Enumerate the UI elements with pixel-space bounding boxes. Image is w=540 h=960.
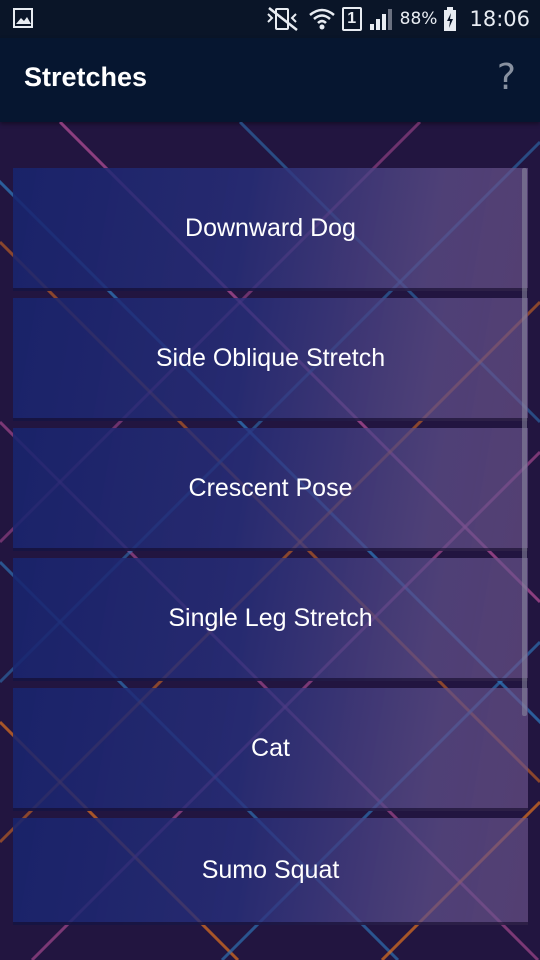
stretch-label: Downward Dog: [185, 213, 356, 242]
help-button[interactable]: ?: [497, 56, 516, 100]
stretch-item-side-oblique-stretch[interactable]: Side Oblique Stretch: [13, 298, 528, 421]
app-bar: Stretches ?: [0, 38, 540, 122]
stretch-label: Side Oblique Stretch: [155, 343, 386, 372]
stretch-label: Cat: [251, 733, 290, 762]
stretch-item-crescent-pose[interactable]: Crescent Pose: [13, 428, 528, 551]
stretch-item-sumo-squat[interactable]: Sumo Squat: [13, 818, 528, 925]
image-icon: [13, 8, 33, 28]
status-bar: 1 88% 18:06: [0, 0, 540, 38]
sim-icon: 1: [341, 7, 362, 31]
stretch-label: Single Leg Stretch: [168, 603, 373, 632]
mute-vibrate-icon: [266, 7, 298, 31]
signal-icon: [369, 9, 392, 30]
clock: 18:06: [469, 7, 530, 31]
stretch-item-downward-dog[interactable]: Downward Dog: [13, 168, 528, 291]
stretch-label: Crescent Pose: [188, 473, 353, 502]
battery-percent: 88%: [399, 9, 438, 29]
stretch-item-single-leg-stretch[interactable]: Single Leg Stretch: [13, 558, 528, 681]
stretch-list: Downward Dog Side Oblique Stretch Cresce…: [13, 168, 528, 932]
battery-charging-icon: [444, 7, 457, 31]
stretch-item-cat[interactable]: Cat: [13, 688, 528, 811]
page-title: Stretches: [24, 62, 148, 92]
wifi-icon: [308, 8, 335, 30]
sim-slot-number: 1: [347, 10, 357, 27]
scrollbar[interactable]: [522, 168, 527, 716]
stretch-label: Sumo Squat: [201, 855, 340, 884]
